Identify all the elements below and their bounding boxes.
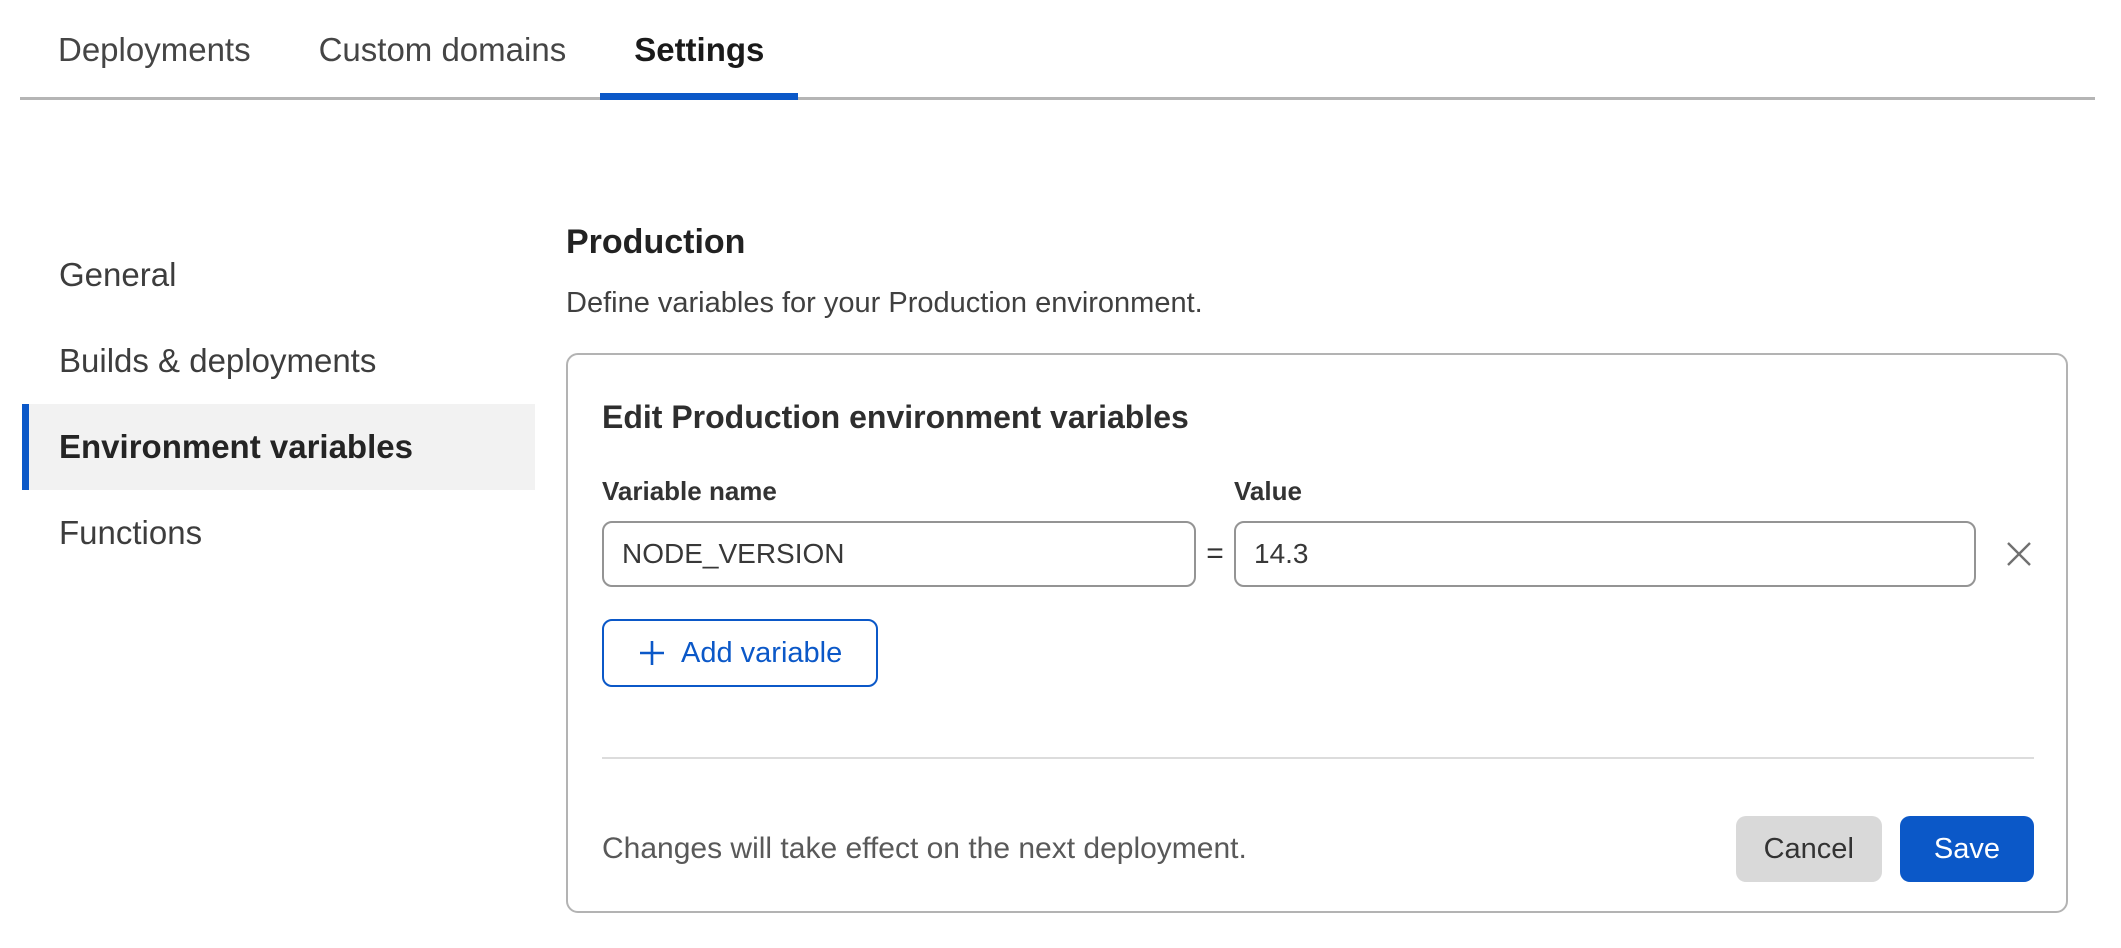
sidebar-item-general-label: General	[59, 256, 176, 294]
save-button[interactable]: Save	[1900, 816, 2034, 882]
tab-custom-domains[interactable]: Custom domains	[285, 0, 601, 100]
tab-deployments-label: Deployments	[58, 31, 251, 69]
sidebar-item-environment-variables[interactable]: Environment variables	[22, 404, 535, 490]
tab-deployments[interactable]: Deployments	[24, 0, 285, 100]
card-title: Edit Production environment variables	[602, 399, 2034, 436]
equals-sign: =	[1196, 521, 1234, 587]
sidebar-item-functions[interactable]: Functions	[22, 490, 535, 576]
tab-bar: Deployments Custom domains Settings	[0, 0, 2121, 100]
card-footer-divider	[602, 757, 2034, 759]
sidebar-item-functions-label: Functions	[59, 514, 202, 552]
add-variable-button[interactable]: Add variable	[602, 619, 878, 687]
tab-custom-domains-label: Custom domains	[319, 31, 567, 69]
tab-settings-label: Settings	[634, 31, 764, 69]
content-area: General Builds & deployments Environment…	[0, 100, 2121, 913]
variable-value-label: Value	[1234, 476, 1976, 507]
variable-name-label: Variable name	[602, 476, 1196, 507]
environment-variables-card: Edit Production environment variables Va…	[566, 353, 2068, 913]
variable-name-field-group: Variable name	[602, 476, 1196, 587]
section-description: Define variables for your Production env…	[566, 286, 2068, 320]
sidebar-item-environment-variables-label: Environment variables	[59, 428, 413, 466]
x-icon	[2004, 539, 2034, 569]
variable-name-input[interactable]	[602, 521, 1196, 587]
sidebar-item-general[interactable]: General	[22, 232, 535, 318]
tab-bar-divider	[20, 97, 2095, 100]
settings-sidebar: General Builds & deployments Environment…	[0, 100, 545, 576]
sidebar-item-builds-deployments[interactable]: Builds & deployments	[22, 318, 535, 404]
card-footer: Changes will take effect on the next dep…	[602, 816, 2034, 882]
tab-settings[interactable]: Settings	[600, 0, 798, 100]
footer-note: Changes will take effect on the next dep…	[602, 832, 1247, 866]
footer-actions: Cancel Save	[1736, 816, 2034, 882]
plus-icon	[638, 639, 666, 667]
remove-variable-button[interactable]	[2004, 521, 2034, 587]
add-variable-button-label: Add variable	[681, 637, 842, 670]
variable-row: Variable name = Value	[602, 476, 2034, 587]
cancel-button[interactable]: Cancel	[1736, 816, 1882, 882]
sidebar-item-builds-deployments-label: Builds & deployments	[59, 342, 376, 380]
section-title: Production	[566, 222, 2068, 262]
variable-value-field-group: Value	[1234, 476, 1976, 587]
main-panel: Production Define variables for your Pro…	[566, 100, 2068, 913]
variable-value-input[interactable]	[1234, 521, 1976, 587]
